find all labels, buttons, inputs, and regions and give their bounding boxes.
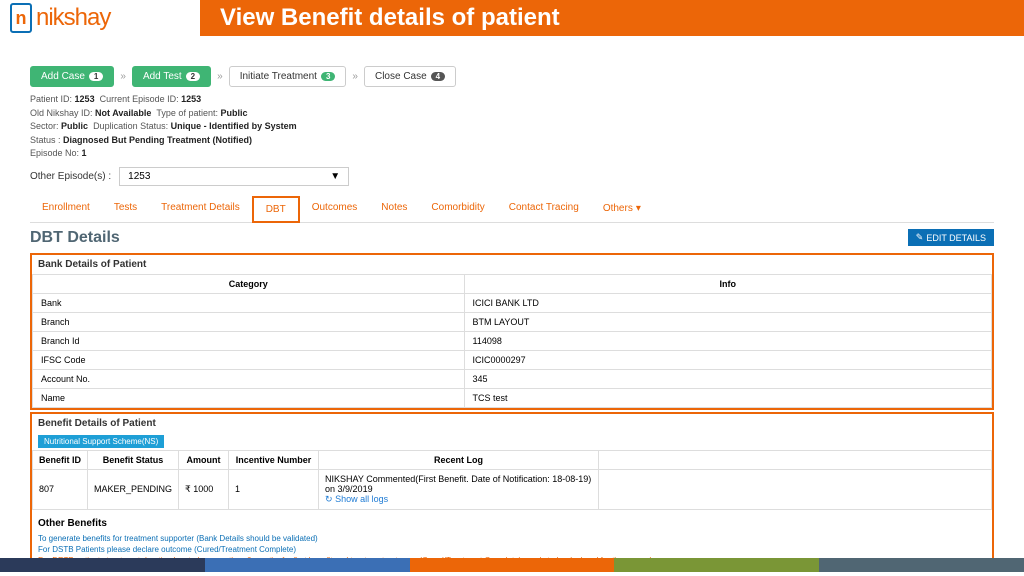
pencil-icon: ✎ xyxy=(916,232,924,243)
tab-outcomes[interactable]: Outcomes xyxy=(300,196,370,222)
table-row: Branch Id114098 xyxy=(33,331,992,350)
other-episode-select[interactable]: 1253▼ xyxy=(119,167,349,186)
page-title: View Benefit details of patient xyxy=(200,0,1024,36)
dropdown-icon: ▼ xyxy=(330,171,340,182)
chevron-icon: » xyxy=(120,71,126,82)
show-all-logs-link[interactable]: ↻ Show all logs xyxy=(325,494,388,504)
benefit-details-panel: Benefit Details of Patient Nutritional S… xyxy=(30,412,994,568)
other-note: For DSTB Patients please declare outcome… xyxy=(32,544,992,555)
tab-contact-tracing[interactable]: Contact Tracing xyxy=(497,196,591,222)
tabs: Enrollment Tests Treatment Details DBT O… xyxy=(30,196,994,223)
tab-tests[interactable]: Tests xyxy=(102,196,149,222)
other-note: To generate benefits for treatment suppo… xyxy=(32,533,992,544)
caret-down-icon: ▾ xyxy=(636,203,641,214)
close-case-button[interactable]: Close Case4 xyxy=(364,66,456,87)
tab-enrollment[interactable]: Enrollment xyxy=(30,196,102,222)
nutritional-support-badge: Nutritional Support Scheme(NS) xyxy=(38,435,164,448)
table-row: Account No.345 xyxy=(33,369,992,388)
footer-stripe xyxy=(0,558,1024,572)
table-row: BankICICI BANK LTD xyxy=(33,293,992,312)
tab-treatment-details[interactable]: Treatment Details xyxy=(149,196,252,222)
other-benefits-heading: Other Benefits xyxy=(32,514,992,533)
table-row: NameTCS test xyxy=(33,388,992,407)
logo: n nikshay xyxy=(0,3,200,33)
chevron-icon: » xyxy=(217,71,223,82)
tab-comorbidity[interactable]: Comorbidity xyxy=(419,196,496,222)
bank-table: CategoryInfo BankICICI BANK LTD BranchBT… xyxy=(32,274,992,408)
table-row: IFSC CodeICIC0000297 xyxy=(33,350,992,369)
benefit-table: Benefit ID Benefit Status Amount Incenti… xyxy=(32,450,992,510)
tab-dbt[interactable]: DBT xyxy=(252,196,300,223)
other-episode-label: Other Episode(s) : xyxy=(30,171,111,182)
chevron-icon: » xyxy=(352,71,358,82)
bank-section-heading: Bank Details of Patient xyxy=(32,255,992,274)
benefit-section-heading: Benefit Details of Patient xyxy=(32,414,992,433)
dbt-details-heading: DBT Details xyxy=(30,229,120,247)
table-row: 807 MAKER_PENDING ₹ 1000 1 NIKSHAY Comme… xyxy=(33,469,992,509)
add-case-button[interactable]: Add Case1 xyxy=(30,66,114,87)
patient-info: Patient ID: 1253 Current Episode ID: 125… xyxy=(30,93,994,161)
add-test-button[interactable]: Add Test2 xyxy=(132,66,211,87)
initiate-treatment-button[interactable]: Initiate Treatment3 xyxy=(229,66,347,87)
bank-details-panel: Bank Details of Patient CategoryInfo Ban… xyxy=(30,253,994,410)
tab-notes[interactable]: Notes xyxy=(369,196,419,222)
edit-details-button[interactable]: ✎EDIT DETAILS xyxy=(908,229,994,246)
tab-others[interactable]: Others▾ xyxy=(591,196,653,222)
table-row: BranchBTM LAYOUT xyxy=(33,312,992,331)
